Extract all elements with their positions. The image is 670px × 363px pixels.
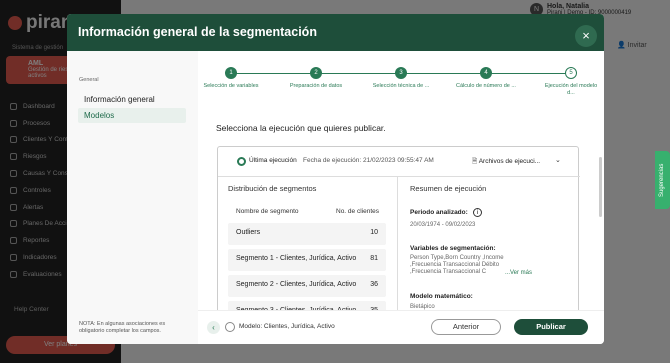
- close-icon[interactable]: ×: [575, 25, 597, 47]
- segment-count: 81: [370, 255, 378, 262]
- summary-title: Resumen de ejecución: [410, 184, 487, 193]
- segment-count: 36: [370, 281, 378, 288]
- section-subtitle: Selecciona la ejecución que quieres publ…: [216, 123, 386, 133]
- table-row: Segmento 1 - Clientes, Jurídica, Activo 8…: [228, 249, 386, 271]
- divider: [218, 176, 580, 177]
- step-label: Cálculo de número de ...: [456, 83, 516, 89]
- suggestions-tab[interactable]: Sugerencias: [655, 151, 670, 209]
- step-2[interactable]: 2 Preparación de datos: [286, 51, 346, 90]
- execution-label: Última ejecución: [249, 157, 297, 164]
- table-row: Outliers 10: [228, 223, 386, 245]
- segment-name: Segmento 1 - Clientes, Jurídica, Activo: [236, 255, 357, 262]
- step-label: Selección técnica de ...: [372, 83, 430, 89]
- step-5[interactable]: 5 Ejecución del modelo d...: [541, 51, 601, 96]
- variables-label: Variables de segmentación:: [410, 245, 496, 252]
- execution-date: Fecha de ejecución: 21/02/2023 09:55:47 …: [303, 157, 434, 164]
- sidebar-item-info-general[interactable]: Información general: [84, 95, 155, 104]
- step-label: Ejecución del modelo d...: [544, 83, 598, 96]
- segment-name: Segmento 2 - Clientes, Jurídica, Activo: [236, 281, 357, 288]
- scrollbar[interactable]: [599, 157, 602, 217]
- distribution-title: Distribución de segmentos: [228, 184, 317, 193]
- clock-icon: [225, 322, 235, 332]
- sidebar-item-modelos[interactable]: Modelos: [78, 108, 186, 123]
- step-number: 4: [480, 67, 492, 79]
- step-label: Preparación de datos: [289, 83, 343, 89]
- previous-button[interactable]: Anterior: [431, 319, 501, 335]
- period-value: 20/03/1974 - 09/02/2023: [410, 222, 476, 228]
- step-number: 5: [565, 67, 577, 79]
- sidebar-group-label: General: [79, 77, 99, 83]
- stepper: 1 Selección de variables 2 Preparación de …: [198, 51, 604, 121]
- segmentation-modal: Información general de la segmentación ×…: [67, 14, 604, 344]
- column-header-name: Nombre de segmento: [236, 208, 299, 215]
- model-name: Modelo: Clientes, Jurídica, Activo: [239, 323, 335, 330]
- modal-sidebar: General Información general Modelos NOTA…: [67, 51, 198, 344]
- step-label: Selección de variables: [203, 83, 259, 89]
- table-row: Segmento 2 - Clientes, Jurídica, Activo 3…: [228, 275, 386, 297]
- info-icon[interactable]: i: [473, 208, 482, 217]
- modal-header: Información general de la segmentación ×: [67, 14, 604, 51]
- modal-title: Información general de la segmentación: [78, 25, 317, 39]
- period-label: Periodo analizado:: [410, 209, 468, 216]
- step-number: 2: [310, 67, 322, 79]
- execution-radio[interactable]: [237, 157, 246, 166]
- note-text: NOTA: En algunas asociaciones es obligat…: [79, 321, 166, 334]
- modal-footer: ‹ Modelo: Clientes, Jurídica, Activo Ant…: [198, 310, 604, 344]
- files-label: Archivos de ejecuci...: [478, 158, 541, 165]
- step-1[interactable]: 1 Selección de variables: [201, 51, 261, 90]
- see-more-link[interactable]: ...Ver más: [505, 270, 532, 276]
- step-number: 3: [395, 67, 407, 79]
- step-4[interactable]: 4 Cálculo de número de ...: [456, 51, 516, 90]
- chevron-down-icon[interactable]: ⌄: [555, 156, 561, 164]
- files-dropdown[interactable]: 🗎 Archivos de ejecuci...: [472, 157, 540, 168]
- segment-count: 10: [370, 229, 378, 236]
- chevron-left-icon[interactable]: ‹: [207, 321, 220, 334]
- publish-button[interactable]: Publicar: [514, 319, 588, 335]
- model-label: Modelo matemático:: [410, 293, 473, 300]
- step-3[interactable]: 3 Selección técnica de ...: [371, 51, 431, 90]
- column-header-count: No. de clientes: [336, 208, 379, 215]
- segment-name: Outliers: [236, 229, 261, 236]
- step-number: 1: [225, 67, 237, 79]
